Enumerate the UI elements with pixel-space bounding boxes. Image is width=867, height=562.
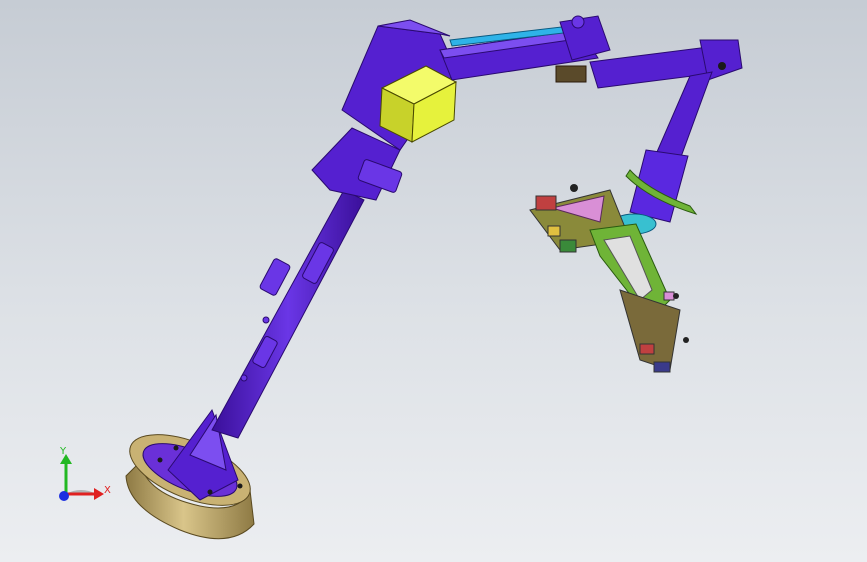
main-column	[211, 189, 365, 439]
x-axis-arrowhead	[94, 488, 104, 500]
coordinate-triad: Y X	[59, 446, 111, 501]
x-axis-label: X	[104, 485, 111, 496]
robot-arm-3d-model[interactable]: Y X	[0, 0, 867, 562]
y-axis-label: Y	[59, 446, 67, 457]
end-effector	[529, 169, 698, 373]
z-axis-dot	[59, 491, 69, 501]
graphics-viewport[interactable]: Y X	[0, 0, 867, 562]
upper-arm	[439, 15, 611, 83]
forearm	[589, 39, 743, 223]
